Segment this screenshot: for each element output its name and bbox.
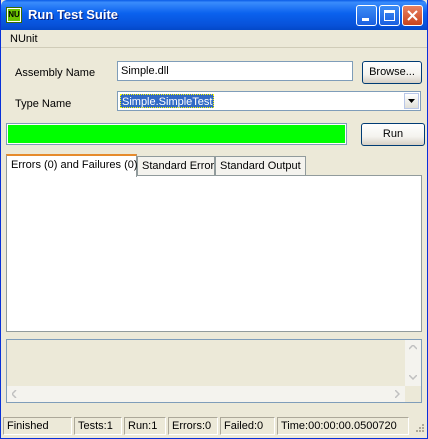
menu-item-nunit[interactable]: NUnit [10, 33, 38, 45]
maximize-button[interactable] [379, 5, 400, 26]
status-run: Run:1 [124, 417, 166, 435]
scroll-left-button[interactable] [7, 386, 23, 402]
type-name-dropdown-button[interactable] [404, 93, 419, 109]
tab-errors-and-failures[interactable]: Errors (0) and Failures (0) [6, 154, 138, 177]
tab-errors-and-failures-label: Errors (0) and Failures (0) [11, 159, 138, 171]
status-time: Time:00:00:00.0500720 [277, 417, 409, 435]
status-errors: Errors:0 [168, 417, 218, 435]
type-name-selected-value: Simple.SimpleTest [120, 94, 215, 108]
tab-standard-output-label: Standard Output [220, 160, 301, 172]
run-button[interactable]: Run [361, 123, 425, 146]
nunit-logo-text: NU [8, 9, 20, 21]
scroll-up-button[interactable] [405, 340, 421, 356]
status-bar: Finished Tests:1 Run:1 Errors:0 Failed:0… [1, 415, 427, 437]
scroll-right-button[interactable] [389, 386, 405, 402]
status-state: Finished [3, 417, 72, 435]
tab-standard-error[interactable]: Standard Error [137, 156, 215, 176]
type-name-label: Type Name [15, 98, 72, 110]
test-progress-fill [8, 125, 345, 143]
scroll-down-button[interactable] [405, 370, 421, 386]
window-title: Run Test Suite [28, 7, 119, 22]
assembly-name-label: Assembly Name [15, 67, 96, 79]
scrollbar-corner [405, 386, 421, 402]
horizontal-scrollbar[interactable] [7, 386, 405, 402]
vertical-scrollbar[interactable] [405, 340, 421, 386]
tab-standard-error-label: Standard Error [142, 160, 215, 172]
browse-button-label: Browse... [369, 66, 415, 78]
chevron-left-icon [12, 390, 17, 398]
chevron-up-icon [409, 345, 417, 350]
browse-button[interactable]: Browse... [362, 61, 422, 84]
maximize-icon [384, 10, 395, 21]
type-name-select[interactable]: Simple.SimpleTest [117, 91, 421, 111]
run-test-suite-window: NU Run Test Suite NUnit Assembly Name Si… [0, 0, 428, 439]
tab-standard-output[interactable]: Standard Output [215, 156, 306, 176]
test-progress-bar [6, 123, 347, 145]
chevron-down-icon [409, 375, 417, 380]
status-failed: Failed:0 [220, 417, 275, 435]
close-button[interactable] [402, 5, 423, 26]
resize-grip-icon[interactable] [413, 423, 425, 435]
nunit-app-icon: NU [6, 7, 22, 23]
chevron-down-icon [408, 99, 415, 103]
errors-and-failures-list[interactable] [6, 175, 422, 332]
stack-trace-panel[interactable] [6, 339, 422, 403]
menu-bar: NUnit [1, 30, 427, 48]
minimize-button[interactable] [356, 5, 377, 26]
title-bar[interactable]: NU Run Test Suite [1, 0, 427, 30]
status-tests: Tests:1 [74, 417, 122, 435]
minimize-icon [362, 18, 369, 21]
chevron-right-icon [395, 390, 400, 398]
run-button-label: Run [382, 128, 404, 140]
assembly-name-input[interactable]: Simple.dll [117, 61, 353, 81]
close-icon [407, 10, 418, 21]
